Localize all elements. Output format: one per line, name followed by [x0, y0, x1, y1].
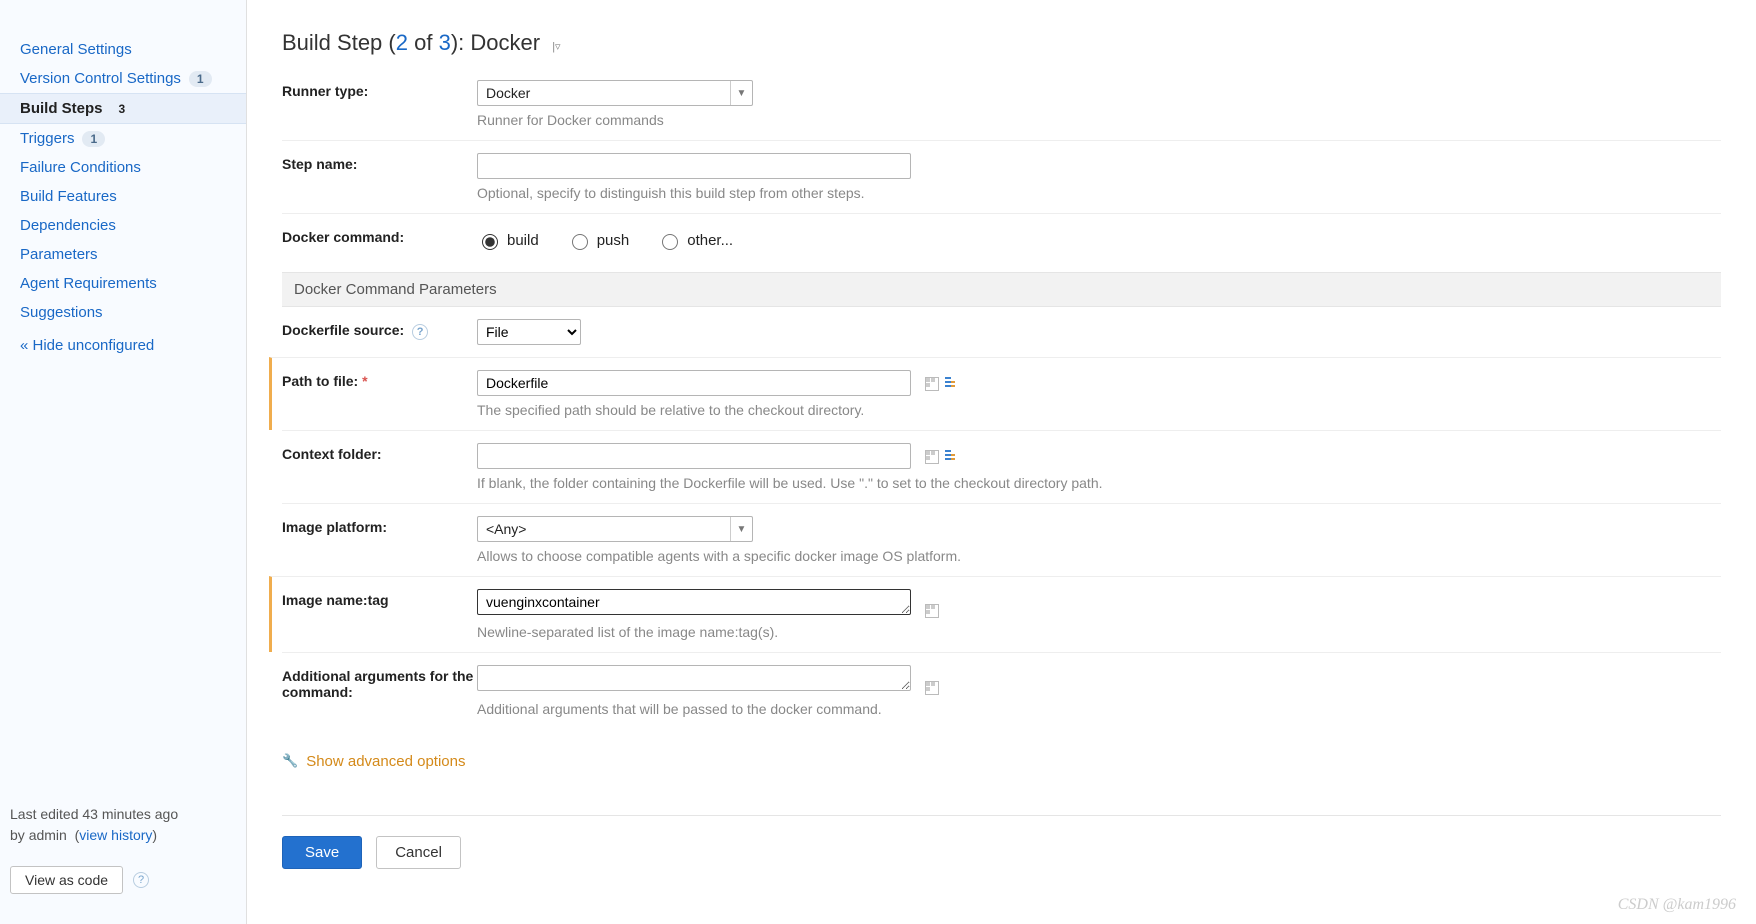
radio-build-input[interactable]: [482, 234, 498, 250]
row-runner-type: Runner type: Docker ▼ Runner for Docker …: [282, 74, 1721, 140]
chevron-down-icon: ▼: [730, 517, 752, 541]
docker-command-radio-group: build push other...: [477, 226, 1721, 252]
page-title: Build Step (2 of 3): Docker |▿: [282, 30, 1721, 56]
nav-general-settings[interactable]: General Settings: [0, 35, 246, 64]
image-name-tag-input[interactable]: [477, 589, 911, 615]
context-folder-input[interactable]: [477, 443, 911, 469]
nav-label: Dependencies: [20, 217, 116, 234]
step-title-name: Docker: [470, 30, 540, 55]
hide-unconfigured-link[interactable]: « Hide unconfigured: [0, 327, 246, 374]
label-dockerfile-source: Dockerfile source: ?: [282, 319, 477, 340]
tree-icon[interactable]: [945, 377, 959, 391]
grid-icon[interactable]: [925, 450, 939, 464]
label-context-folder: Context folder:: [282, 443, 477, 462]
row-step-name: Step name: Optional, specify to distingu…: [282, 140, 1721, 213]
last-edited-info: Last edited 43 minutes ago by admin (vie…: [0, 784, 246, 856]
label-docker-command: Docker command:: [282, 226, 477, 245]
help-icon[interactable]: ?: [133, 872, 149, 888]
nav-label: Parameters: [20, 246, 98, 263]
view-as-code-row: View as code ?: [0, 856, 246, 904]
nav-suggestions[interactable]: Suggestions: [0, 298, 246, 327]
radio-build[interactable]: build: [477, 231, 539, 250]
nav-triggers[interactable]: Triggers 1: [0, 124, 246, 153]
hint-context: If blank, the folder containing the Dock…: [477, 475, 1721, 491]
radio-other-input[interactable]: [662, 234, 678, 250]
sidebar: General Settings Version Control Setting…: [0, 0, 247, 924]
nav-label: Version Control Settings: [20, 70, 181, 87]
hint-platform: Allows to choose compatible agents with …: [477, 548, 1721, 564]
label-path-to-file: Path to file: *: [282, 370, 477, 389]
radio-other[interactable]: other...: [657, 231, 733, 250]
help-icon[interactable]: ?: [412, 324, 428, 340]
view-history-link[interactable]: view history: [79, 827, 152, 843]
section-docker-params: Docker Command Parameters: [282, 272, 1721, 307]
label-runner-type: Runner type:: [282, 80, 477, 99]
sidebar-nav: General Settings Version Control Setting…: [0, 35, 246, 784]
view-as-code-button[interactable]: View as code: [10, 866, 123, 894]
nav-badge: 1: [189, 71, 212, 87]
row-dockerfile-source: Dockerfile source: ? File: [282, 307, 1721, 357]
nav-dependencies[interactable]: Dependencies: [0, 211, 246, 240]
step-current: 2: [396, 30, 408, 55]
radio-push[interactable]: push: [567, 231, 630, 250]
grid-icon[interactable]: [925, 681, 939, 695]
watermark: CSDN @kam1996: [1618, 896, 1736, 914]
label-additional-arguments: Additional arguments for the command:: [282, 665, 477, 700]
hint-args: Additional arguments that will be passed…: [477, 701, 1721, 717]
hint-step-name: Optional, specify to distinguish this bu…: [477, 185, 1721, 201]
grid-icon[interactable]: [925, 604, 939, 618]
main-content: Build Step (2 of 3): Docker |▿ Runner ty…: [247, 0, 1756, 924]
reorder-icon[interactable]: |▿: [552, 41, 560, 53]
grid-icon[interactable]: [925, 377, 939, 391]
nav-badge: 3: [111, 101, 134, 117]
nav-build-steps[interactable]: Build Steps 3: [0, 93, 246, 124]
radio-push-input[interactable]: [572, 234, 588, 250]
nav-failure-conditions[interactable]: Failure Conditions: [0, 153, 246, 182]
label-image-platform: Image platform:: [282, 516, 477, 535]
nav-label: Build Features: [20, 188, 117, 205]
row-context-folder: Context folder: If blank, the folder con…: [282, 430, 1721, 503]
hint-runner-type: Runner for Docker commands: [477, 112, 1721, 128]
hint-image: Newline-separated list of the image name…: [477, 624, 1721, 640]
show-advanced-options-link[interactable]: 🔧 Show advanced options: [282, 753, 465, 770]
nav-label: Agent Requirements: [20, 275, 157, 292]
row-image-name-tag: Image name:tag Newline-separated list of…: [269, 576, 1721, 652]
row-image-platform: Image platform: <Any> ▼ Allows to choose…: [282, 503, 1721, 576]
nav-label: Failure Conditions: [20, 159, 141, 176]
label-step-name: Step name:: [282, 153, 477, 172]
nav-parameters[interactable]: Parameters: [0, 240, 246, 269]
cancel-button[interactable]: Cancel: [376, 836, 461, 869]
runner-type-select[interactable]: Docker ▼: [477, 80, 753, 106]
row-path-to-file: Path to file: * The specified path shoul…: [269, 357, 1721, 430]
actions-row: Save Cancel: [282, 815, 1721, 869]
nav-label: Build Steps: [20, 100, 103, 117]
nav-label: General Settings: [20, 41, 132, 58]
row-docker-command: Docker command: build push other...: [282, 213, 1721, 264]
step-total: 3: [439, 30, 451, 55]
nav-label: Suggestions: [20, 304, 103, 321]
nav-version-control[interactable]: Version Control Settings 1: [0, 64, 246, 93]
save-button[interactable]: Save: [282, 836, 362, 869]
label-image-name-tag: Image name:tag: [282, 589, 477, 608]
hint-path: The specified path should be relative to…: [477, 402, 1721, 418]
additional-arguments-input[interactable]: [477, 665, 911, 691]
tree-icon[interactable]: [945, 450, 959, 464]
image-platform-select[interactable]: <Any> ▼: [477, 516, 753, 542]
path-to-file-input[interactable]: [477, 370, 911, 396]
nav-badge: 1: [82, 131, 105, 147]
nav-label: Triggers: [20, 130, 74, 147]
chevron-down-icon: ▼: [730, 81, 752, 105]
step-name-input[interactable]: [477, 153, 911, 179]
nav-agent-requirements[interactable]: Agent Requirements: [0, 269, 246, 298]
row-additional-arguments: Additional arguments for the command: Ad…: [282, 652, 1721, 728]
dockerfile-source-select[interactable]: File: [477, 319, 581, 345]
nav-build-features[interactable]: Build Features: [0, 182, 246, 211]
wrench-icon: 🔧: [282, 753, 298, 769]
